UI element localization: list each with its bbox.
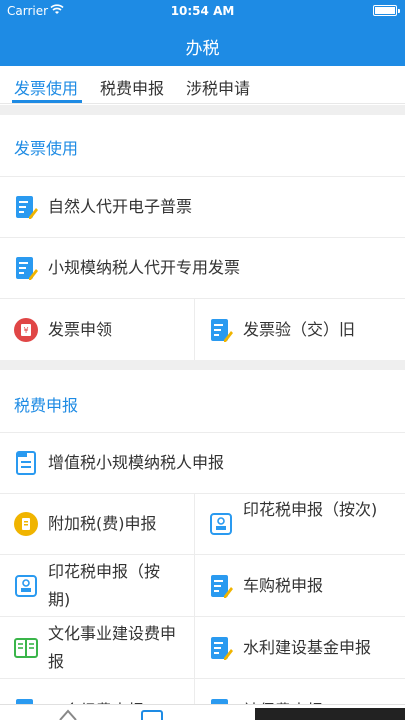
list-item[interactable]: 小规模纳税人代开专用发票 [0, 237, 405, 298]
svg-text:¥: ¥ [23, 326, 28, 335]
item-label: 文化事业建设费申报 [48, 624, 177, 671]
section-title-tax: 税费申报 [14, 396, 79, 415]
status-bar: Carrier 10:54 AM [0, 0, 405, 22]
section-gap [0, 105, 405, 115]
battery-icon [373, 5, 400, 16]
surtax-icon [14, 512, 38, 536]
list-row: 附加税(费)申报 印花税申报（按次) [0, 493, 405, 554]
item-label: 自然人代开电子普票 [48, 197, 193, 216]
list-item[interactable]: 车购税申报 [195, 555, 405, 616]
tab-tax-application[interactable]: 涉税申请 [186, 75, 250, 99]
section-gap [0, 360, 405, 370]
book-icon [14, 638, 38, 658]
tab-tax-declaration[interactable]: 税费申报 [100, 75, 164, 99]
list-item[interactable]: 文化事业建设费申报 [0, 617, 195, 678]
item-label: 水利建设基金申报 [243, 638, 372, 657]
list-row: 文化事业建设费申报 水利建设基金申报 [0, 616, 405, 678]
watermark [255, 708, 405, 720]
list-row: 印花税申报（按期) 车购税申报 [0, 554, 405, 616]
item-label: 小规模纳税人代开专用发票 [48, 258, 241, 277]
item-label: 附加税(费)申报 [48, 514, 157, 533]
page-title: 办税 [185, 39, 220, 59]
item-label: 发票申领 [48, 320, 113, 339]
item-label: 增值税小规模纳税人申报 [48, 453, 225, 472]
tab-active-indicator [12, 100, 82, 103]
list-item[interactable]: 印花税申报（按期) [0, 555, 195, 616]
list-item[interactable]: 自然人代开电子普票 [0, 176, 405, 237]
item-label: 印花税申报（按期) [48, 562, 161, 609]
doc-edit-icon [211, 575, 233, 598]
tax-tab-icon[interactable] [141, 710, 163, 720]
list-row: ¥ 发票申领 发票验（交）旧 [0, 298, 405, 360]
list-item[interactable]: 水利建设基金申报 [195, 617, 405, 678]
vat-doc-icon [16, 451, 36, 475]
item-label: 印花税申报（按次) [243, 500, 378, 519]
tab-bar: 发票使用 税费申报 涉税申请 [0, 66, 405, 104]
item-label: 发票验（交）旧 [243, 320, 356, 339]
tab-invoice-use[interactable]: 发票使用 [14, 75, 78, 99]
item-label: 车购税申报 [243, 576, 324, 595]
status-time: 10:54 AM [170, 4, 235, 18]
stamp-per-time-icon [210, 513, 232, 535]
list-item[interactable]: 印花税申报（按次) [195, 494, 405, 554]
list-item[interactable]: 增值税小规模纳税人申报 [0, 432, 405, 493]
doc-edit-icon [16, 257, 38, 280]
list-item[interactable]: ¥ 发票申领 [0, 299, 195, 360]
list-item[interactable]: 发票验（交）旧 [195, 299, 405, 360]
doc-edit-icon [16, 196, 38, 219]
stamp-per-period-icon [15, 575, 37, 597]
doc-edit-icon [211, 637, 233, 660]
invoice-apply-icon: ¥ [14, 318, 38, 342]
list-item[interactable]: 附加税(费)申报 [0, 494, 195, 554]
section-title-invoice: 发票使用 [14, 139, 79, 158]
doc-edit-icon [211, 319, 233, 342]
nav-bar: 办税 [0, 22, 405, 66]
home-icon[interactable] [58, 708, 78, 720]
